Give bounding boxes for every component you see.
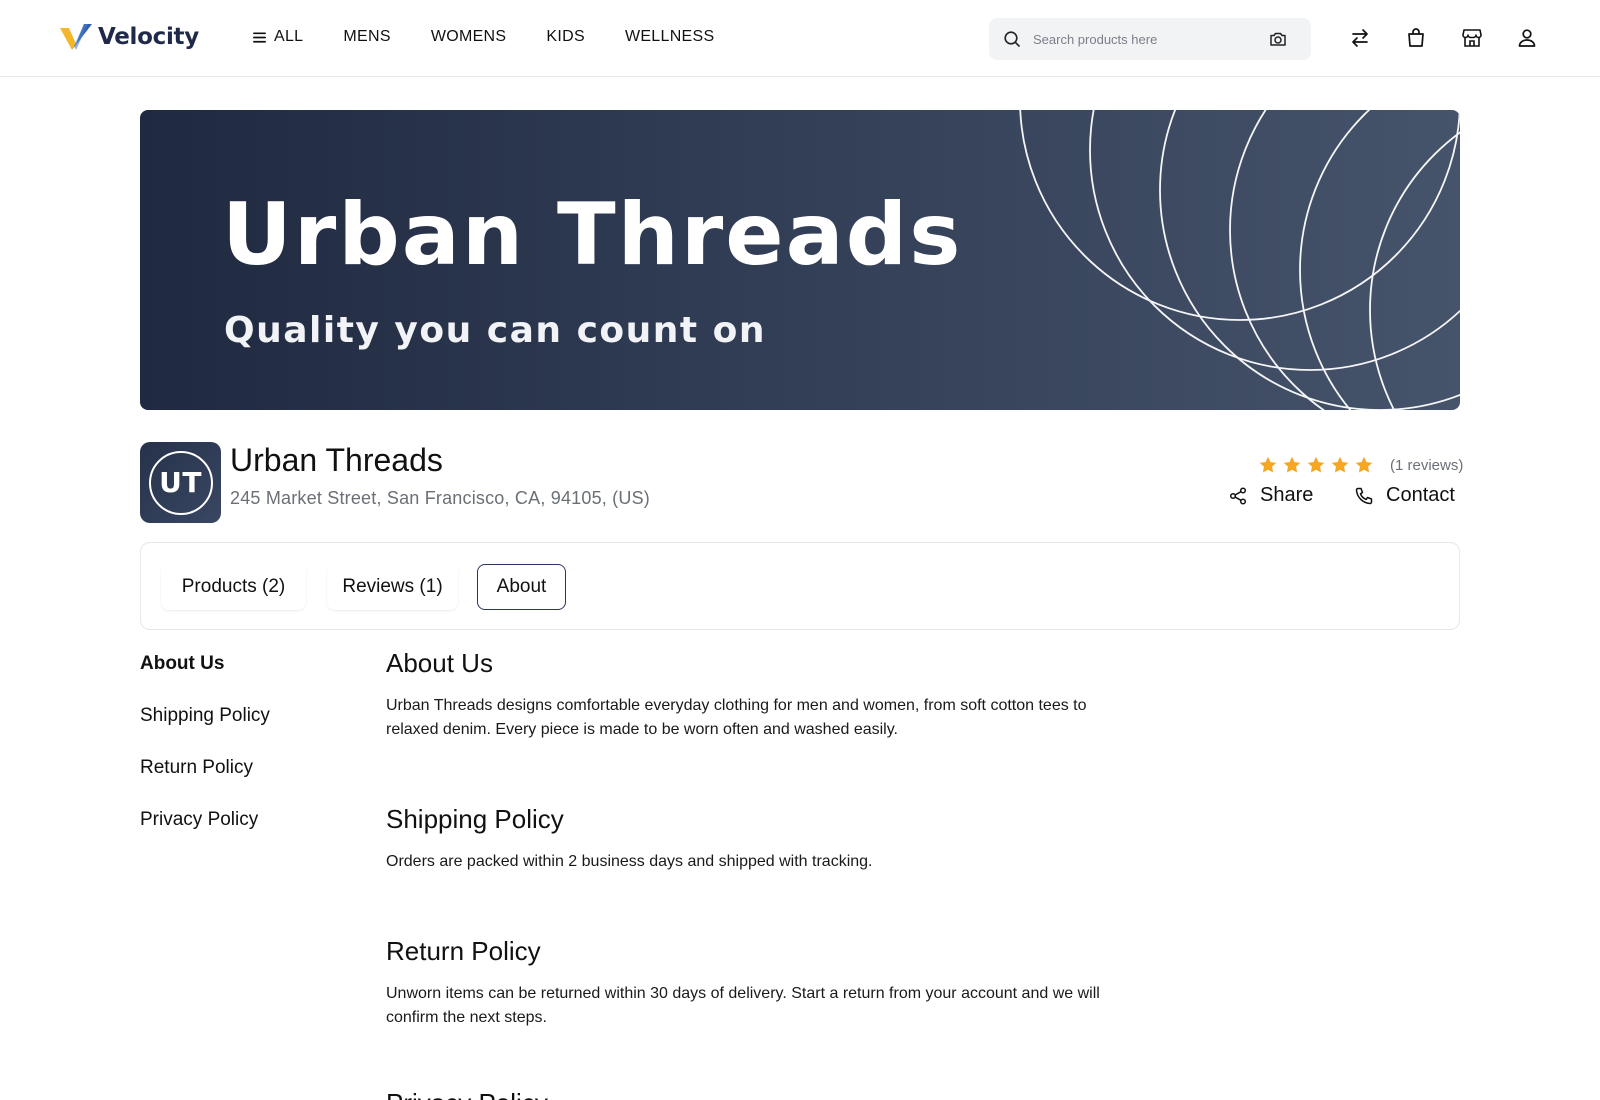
camera-icon[interactable] [1268, 29, 1288, 49]
sidenav-shipping-policy[interactable]: Shipping Policy [140, 705, 270, 727]
store-address: 245 Market Street, San Francisco, CA, 94… [230, 488, 650, 508]
nav-mens[interactable]: MENS [343, 28, 390, 46]
section-title-return: Return Policy [386, 936, 541, 966]
store-initials: UT [148, 450, 213, 515]
store-banner: Urban Threads Quality you can count on [140, 110, 1460, 410]
nav-wellness-label: WELLNESS [624, 28, 715, 45]
nav-all-label: ALL [274, 28, 304, 45]
banner-subtitle: Quality you can count on [224, 310, 767, 351]
banner-title: Urban Threads [222, 185, 963, 285]
search-input[interactable] [1033, 28, 1253, 50]
share-button[interactable]: Share [1228, 484, 1313, 507]
user-icon[interactable] [1515, 26, 1539, 50]
contact-button[interactable]: Contact [1354, 484, 1455, 507]
nav-womens[interactable]: WOMENS [431, 28, 507, 46]
star-icon [1307, 456, 1325, 473]
nav-kids[interactable]: KIDS [546, 28, 585, 46]
logo-mark-icon [60, 24, 92, 50]
nav-kids-label: KIDS [546, 28, 585, 45]
tab-about-label: About [496, 576, 547, 597]
contact-label: Contact [1386, 484, 1455, 506]
store-avatar: UT [140, 442, 221, 523]
store-tabs: Products (2) Reviews (1) About [140, 542, 1460, 630]
tab-reviews-label: Reviews (1) [342, 576, 443, 597]
logo[interactable]: Velocity [60, 20, 199, 54]
section-body-shipping: Orders are packed within 2 business days… [386, 853, 873, 870]
section-title-privacy: Privacy Policy [386, 1088, 548, 1100]
star-icon [1283, 456, 1301, 473]
section-title-shipping: Shipping Policy [386, 804, 564, 834]
search-bar [989, 18, 1311, 60]
sidenav-return-policy[interactable]: Return Policy [140, 757, 253, 779]
phone-icon [1355, 487, 1373, 504]
main-nav: ALL MENS WOMENS KIDS WELLNESS [252, 24, 754, 50]
section-title-about-us: About Us [386, 648, 493, 678]
sidenav-privacy-policy[interactable]: Privacy Policy [140, 809, 258, 831]
tab-about[interactable]: About [477, 564, 566, 610]
nav-womens-label: WOMENS [430, 28, 507, 45]
star-icon [1355, 456, 1373, 473]
top-header: Velocity ALL MENS WOMENS KIDS WELLNESS [0, 0, 1600, 77]
star-icon [1259, 456, 1277, 473]
compare-icon[interactable] [1348, 26, 1372, 50]
store-name: Urban Threads [230, 442, 443, 478]
nav-mens-label: MENS [343, 28, 391, 45]
sidenav-about-us[interactable]: About Us [140, 653, 224, 675]
tab-reviews[interactable]: Reviews (1) [327, 564, 458, 610]
section-body-return: Unworn items can be returned within 30 d… [386, 985, 1100, 1026]
nav-wellness[interactable]: WELLNESS [625, 28, 715, 46]
cart-icon[interactable] [1404, 26, 1428, 50]
tab-products[interactable]: Products (2) [161, 564, 306, 610]
logo-text: Velocity [98, 24, 199, 50]
section-body-about-us: Urban Threads designs comfortable everyd… [386, 697, 1087, 738]
store-rating: (1 reviews) [1258, 454, 1463, 476]
store-icon[interactable] [1460, 26, 1484, 50]
tab-products-label: Products (2) [181, 576, 286, 597]
star-icon [1331, 456, 1349, 473]
review-count[interactable]: (1 reviews) [1390, 457, 1463, 474]
menu-icon [253, 31, 266, 43]
share-label: Share [1260, 484, 1314, 506]
nav-all[interactable]: ALL [252, 28, 303, 46]
share-icon [1229, 486, 1247, 505]
search-icon [1004, 31, 1020, 47]
